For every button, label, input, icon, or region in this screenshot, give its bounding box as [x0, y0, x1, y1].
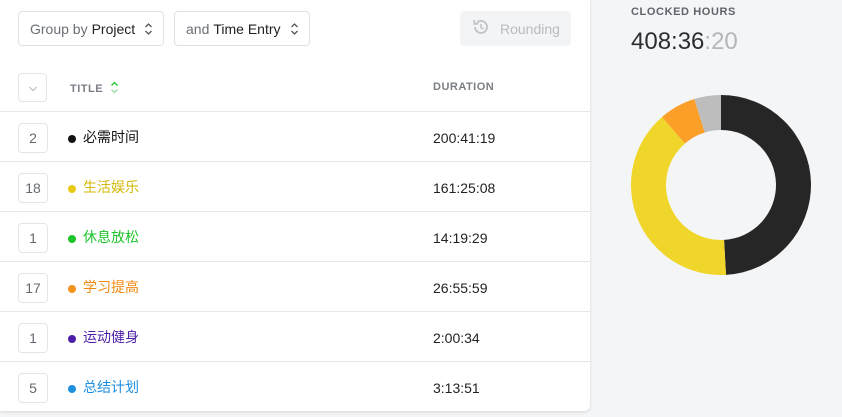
donut-slice-0[interactable] — [721, 95, 811, 275]
entry-count[interactable]: 17 — [18, 273, 48, 303]
title-header-label: TITLE — [70, 83, 104, 95]
donut-slice-1[interactable] — [631, 117, 726, 275]
title-column-header[interactable]: TITLE — [70, 81, 119, 97]
project-duration: 26:55:59 — [433, 280, 488, 296]
rounding-button[interactable]: Rounding — [460, 11, 571, 46]
chevron-down-icon — [28, 79, 38, 97]
project-name: 运动健身 — [83, 330, 139, 346]
expand-all-toggle[interactable] — [18, 73, 47, 102]
project-color-dot — [68, 185, 76, 193]
project-name: 必需时间 — [83, 130, 139, 146]
table-row[interactable]: 5 总结计划 3:13:51 — [0, 362, 590, 411]
project-name: 学习提高 — [83, 280, 139, 296]
project-color-dot — [68, 235, 76, 243]
sub-group-dropdown[interactable]: and Time Entry — [174, 11, 310, 46]
project-color-dot — [68, 135, 76, 143]
rounding-label: Rounding — [500, 20, 560, 37]
hours-donut-chart — [631, 95, 811, 275]
clocked-hours-label: CLOCKED HOURS — [631, 6, 736, 18]
report-view: Group by Project and Time Entry Rounding… — [0, 0, 842, 417]
project-duration: 161:25:08 — [433, 180, 496, 196]
sub-group-prefix: and — [186, 20, 210, 37]
projects-table-panel: Group by Project and Time Entry Rounding… — [0, 0, 590, 411]
project-name: 总结计划 — [83, 380, 139, 396]
project-name: 休息放松 — [83, 230, 139, 246]
group-by-prefix: Group by — [30, 20, 88, 37]
rounding-icon — [471, 17, 500, 40]
chevron-up-down-icon — [143, 21, 153, 37]
project-duration: 3:13:51 — [433, 380, 480, 396]
sort-icon — [103, 81, 119, 97]
project-duration: 200:41:19 — [433, 130, 496, 146]
project-color-dot — [68, 285, 76, 293]
chevron-up-down-icon — [289, 21, 299, 37]
project-duration: 14:19:29 — [433, 230, 488, 246]
entry-count[interactable]: 1 — [18, 323, 48, 353]
project-name: 生活娱乐 — [83, 180, 139, 196]
entry-count[interactable]: 1 — [18, 223, 48, 253]
project-color-dot — [68, 335, 76, 343]
sub-group-value: Time Entry — [213, 20, 281, 37]
entry-count[interactable]: 5 — [18, 373, 48, 403]
table-row[interactable]: 1 休息放松 14:19:29 — [0, 212, 590, 262]
group-by-value: Project — [91, 20, 136, 37]
table-row[interactable]: 2 必需时间 200:41:19 — [0, 112, 590, 162]
table-row[interactable]: 17 学习提高 26:55:59 — [0, 262, 590, 312]
table-row[interactable]: 18 生活娱乐 161:25:08 — [0, 162, 590, 212]
group-by-dropdown[interactable]: Group by Project — [18, 11, 164, 46]
table-header: TITLE DURATION — [0, 62, 590, 112]
duration-column-header[interactable]: DURATION — [433, 81, 494, 93]
entry-count[interactable]: 18 — [18, 173, 48, 203]
clocked-hours-seconds: :20 — [704, 28, 738, 55]
clocked-hours-value: 408:36:20 — [631, 28, 738, 56]
summary-panel: CLOCKED HOURS 408:36:20 — [596, 0, 842, 417]
toolbar: Group by Project and Time Entry Rounding — [0, 0, 590, 60]
project-color-dot — [68, 385, 76, 393]
table-row[interactable]: 1 运动健身 2:00:34 — [0, 312, 590, 362]
project-duration: 2:00:34 — [433, 330, 480, 346]
clocked-hours-main: 408:36 — [631, 28, 705, 55]
entry-count[interactable]: 2 — [18, 123, 48, 153]
